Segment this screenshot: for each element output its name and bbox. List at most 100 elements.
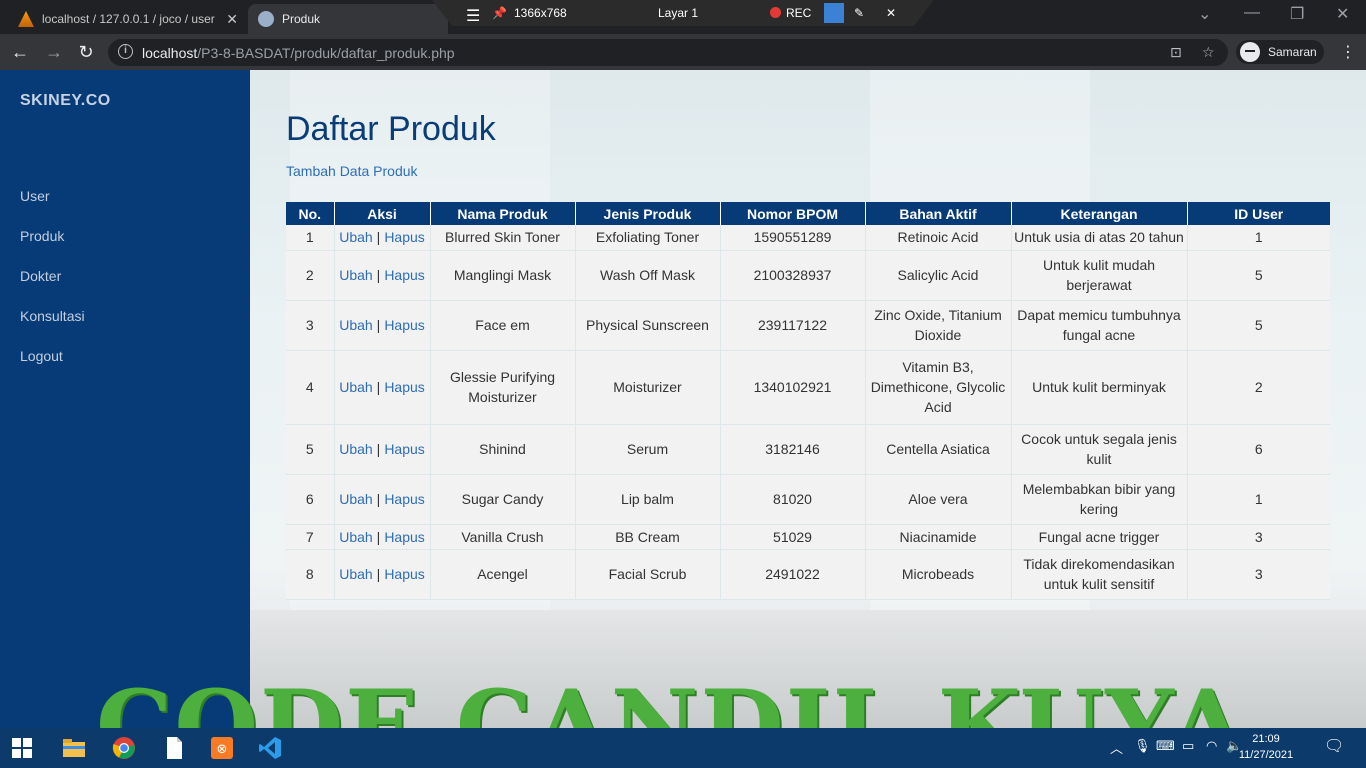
edit-link[interactable]: Ubah <box>339 529 372 545</box>
microphone-icon[interactable]: 🎙 <box>1134 738 1151 754</box>
keyboard-icon[interactable]: ⌨ <box>1156 738 1175 754</box>
table-row: 5 Ubah | Hapus Shinind Serum 3182146 Centella A… <box>286 424 1330 475</box>
back-icon[interactable]: ← <box>8 40 32 64</box>
system-clock[interactable]: 21:09 11/27/2021 <box>1234 731 1298 763</box>
table-header-row: No. Aksi Nama Produk Jenis Produk Nomor BPOM… <box>286 202 1330 225</box>
cell-nama-produk: Glessie Purifying Moisturizer <box>429 350 575 425</box>
cell-nama-produk: Face em <box>429 300 575 351</box>
column-header: Nama Produk <box>429 202 575 225</box>
record-dot-icon[interactable] <box>770 7 781 21</box>
document-icon[interactable] <box>162 736 186 760</box>
sidebar-item-user[interactable]: User <box>20 188 50 204</box>
action-separator: | <box>376 379 381 395</box>
page-viewport: SKINEY.CO User Produk Dokter Konsultasi … <box>0 70 1366 728</box>
cell-actions: Ubah | Hapus <box>333 350 430 425</box>
tab-title: Produk <box>282 12 321 26</box>
main-content: Daftar Produk Tambah Data Produk No. Aksi… <box>250 70 1366 728</box>
cell-actions: Ubah | Hapus <box>333 474 430 525</box>
page-title: Daftar Produk <box>286 110 496 148</box>
cell-keterangan: Untuk kulit berminyak <box>1010 350 1187 425</box>
edit-link[interactable]: Ubah <box>339 441 372 457</box>
incognito-icon <box>1240 42 1260 62</box>
delete-link[interactable]: Hapus <box>384 566 424 582</box>
action-separator: | <box>376 229 381 246</box>
more-menu-icon[interactable]: ⋮ <box>1340 42 1356 62</box>
delete-link[interactable]: Hapus <box>384 529 424 545</box>
cell-bahan-aktif: Aloe vera <box>864 474 1011 525</box>
clock-time: 21:09 <box>1252 733 1280 745</box>
cell-jenis-produk: Serum <box>574 424 720 475</box>
edit-link[interactable]: Ubah <box>339 491 372 507</box>
cell-nomor-bpom: 51029 <box>719 524 865 550</box>
recorder-layer[interactable]: Layar 1 <box>658 6 698 20</box>
sidebar-item-dokter[interactable]: Dokter <box>20 268 61 284</box>
tab-produk[interactable]: Produk <box>248 4 448 34</box>
file-explorer-icon[interactable] <box>62 736 86 760</box>
cell-nama-produk: Acengel <box>429 549 575 600</box>
edit-link[interactable]: Ubah <box>339 566 372 582</box>
cell-bahan-aktif: Salicylic Acid <box>864 250 1011 301</box>
cell-nama-produk: Manglingi Mask <box>429 250 575 301</box>
notification-icon[interactable]: 🗨 <box>1324 736 1344 756</box>
forward-icon[interactable]: → <box>42 40 66 64</box>
minimize-icon[interactable]: — <box>1244 4 1260 22</box>
delete-link[interactable]: Hapus <box>384 379 424 395</box>
cell-jenis-produk: Facial Scrub <box>574 549 720 600</box>
sidebar-item-produk[interactable]: Produk <box>20 228 64 244</box>
wifi-icon[interactable]: ◠ <box>1206 738 1217 754</box>
add-product-link[interactable]: Tambah Data Produk <box>286 163 418 179</box>
cell-no: 2 <box>286 250 334 301</box>
cell-keterangan: Untuk kulit mudah berjerawat <box>1010 250 1187 301</box>
cell-no: 7 <box>286 524 334 550</box>
reload-icon[interactable]: ↻ <box>74 40 98 64</box>
sidebar-item-konsultasi[interactable]: Konsultasi <box>20 308 85 324</box>
tab-phpmyadmin[interactable]: localhost / 127.0.0.1 / joco / user ✕ <box>8 4 248 34</box>
cell-actions: Ubah | Hapus <box>333 424 430 475</box>
camera-icon[interactable] <box>824 3 844 23</box>
delete-link[interactable]: Hapus <box>384 441 424 457</box>
chevron-down-icon[interactable]: ⌄ <box>1198 4 1211 24</box>
delete-link[interactable]: Hapus <box>384 267 424 283</box>
delete-link[interactable]: Hapus <box>384 317 424 333</box>
edit-link[interactable]: Ubah <box>339 317 372 333</box>
vscode-icon[interactable] <box>258 736 282 760</box>
url-text[interactable]: localhost/P3-8-BASDAT/produk/daftar_prod… <box>142 45 455 61</box>
bookmark-star-icon[interactable]: ☆ <box>1202 44 1215 61</box>
xampp-icon[interactable]: ⊗ <box>210 736 234 760</box>
close-tab-icon[interactable]: ✕ <box>226 11 238 28</box>
close-window-icon[interactable]: ✕ <box>1336 4 1349 24</box>
edit-link[interactable]: Ubah <box>339 267 372 283</box>
windows-start-icon[interactable] <box>12 738 32 758</box>
table-row: 3 Ubah | Hapus Face em Physical Sunscreen 2391… <box>286 300 1330 351</box>
cell-jenis-produk: Physical Sunscreen <box>574 300 720 351</box>
battery-icon[interactable]: ▭ <box>1182 738 1194 754</box>
pen-icon[interactable]: ✎ <box>854 6 864 20</box>
url-host: localhost <box>142 45 198 61</box>
background-floor <box>250 610 1366 728</box>
sidebar-item-logout[interactable]: Logout <box>20 348 63 364</box>
show-hidden-icons[interactable]: ︿ <box>1110 738 1123 757</box>
delete-link[interactable]: Hapus <box>384 229 424 245</box>
info-icon[interactable]: i <box>118 44 133 59</box>
rec-label[interactable]: REC <box>786 6 811 20</box>
address-bar[interactable]: i localhost/P3-8-BASDAT/produk/daftar_pr… <box>108 39 1228 66</box>
brand-logo[interactable]: SKINEY.CO <box>20 92 111 110</box>
cell-nomor-bpom: 2100328937 <box>719 250 865 301</box>
menu-icon[interactable]: ☰ <box>466 6 480 26</box>
restore-icon[interactable]: ❐ <box>1290 4 1304 24</box>
pin-icon[interactable]: 📌 <box>492 6 507 20</box>
incognito-profile-button[interactable]: Samaran <box>1236 40 1324 64</box>
close-recorder-icon[interactable]: ✕ <box>886 6 896 20</box>
edit-link[interactable]: Ubah <box>339 229 372 245</box>
chrome-icon[interactable] <box>112 736 136 760</box>
edit-link[interactable]: Ubah <box>339 379 372 395</box>
cell-id-user: 3 <box>1186 549 1330 600</box>
delete-link[interactable]: Hapus <box>384 491 424 507</box>
cell-id-user: 2 <box>1186 350 1330 425</box>
cell-no: 3 <box>286 300 334 351</box>
cell-bahan-aktif: Zinc Oxide, Titanium Dioxide <box>864 300 1011 351</box>
translate-icon[interactable]: ⊡ <box>1170 44 1182 61</box>
column-header: Keterangan <box>1010 202 1187 225</box>
table-row: 1 Ubah | Hapus Blurred Skin Toner Exfoliating… <box>286 225 1330 251</box>
clock-date: 11/27/2021 <box>1238 749 1294 761</box>
